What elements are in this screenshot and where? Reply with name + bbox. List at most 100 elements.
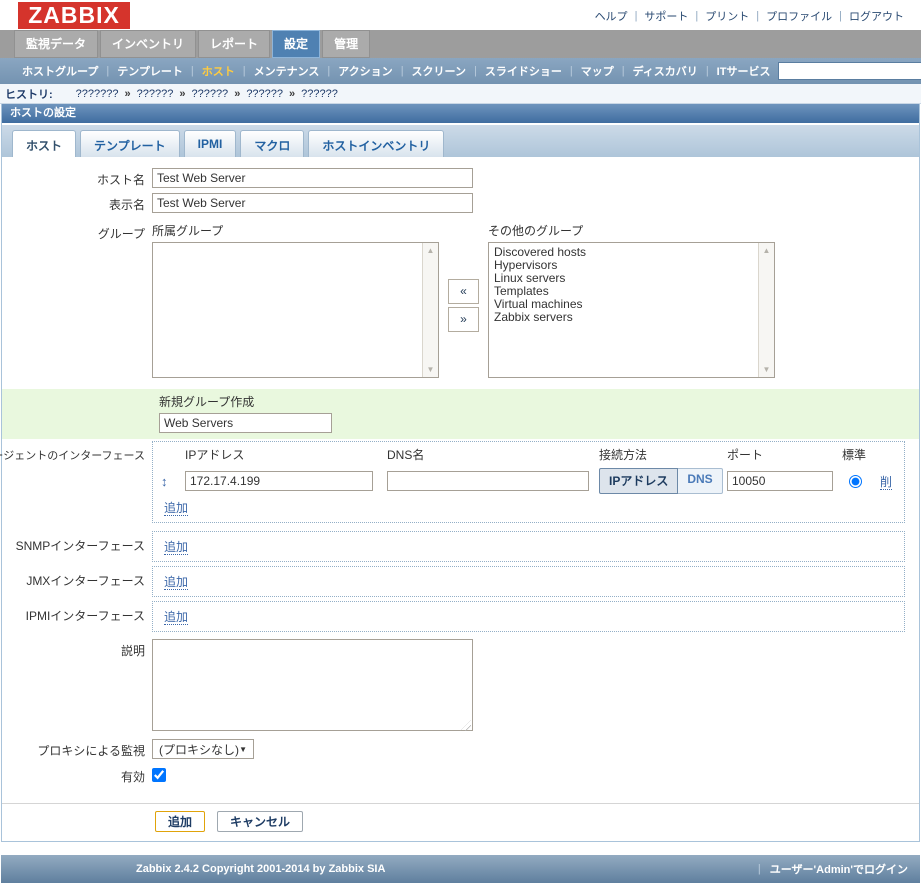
link-separator: | <box>837 10 844 22</box>
agent-interface-row: ↕ IPアドレス DNS 削 <box>161 468 896 494</box>
interface-columns-header: IPアドレス DNS名 接続方法 ポート 標準 <box>161 446 896 463</box>
other-groups-options: Discovered hosts Hypervisors Linux serve… <box>489 243 774 327</box>
add-ipmi-interface-link[interactable]: 追加 <box>164 610 188 625</box>
main-nav-administration[interactable]: 管理 <box>322 30 370 58</box>
sub-nav-maintenance[interactable]: メンテナンス <box>246 63 328 79</box>
proxy-selected-value: (プロキシなし) <box>159 741 239 758</box>
sub-nav-host-groups[interactable]: ホストグループ <box>14 63 106 79</box>
drag-handle-icon[interactable]: ↕ <box>161 474 168 489</box>
proxy-select[interactable]: (プロキシなし) ▼ <box>152 739 254 759</box>
connect-via-ip-button[interactable]: IPアドレス <box>599 468 678 494</box>
add-jmx-interface-link[interactable]: 追加 <box>164 575 188 590</box>
link-separator: | <box>754 10 761 22</box>
tab-macros[interactable]: マクロ <box>240 130 304 157</box>
new-group-input[interactable] <box>159 413 332 433</box>
cancel-button[interactable]: キャンセル <box>217 811 303 832</box>
proxy-label: プロキシによる監視 <box>2 739 152 759</box>
main-nav-reports[interactable]: レポート <box>198 30 270 58</box>
history-link[interactable]: ?????? <box>243 88 286 100</box>
visible-name-input[interactable] <box>152 193 473 213</box>
history-label: ヒストリ: <box>5 86 53 102</box>
interface-ip-input[interactable] <box>185 471 373 491</box>
sub-nav-items: ホストグループ | テンプレート | ホスト | メンテナンス | アクション … <box>14 63 778 79</box>
add-agent-interface-link[interactable]: 追加 <box>164 501 188 516</box>
scroll-up-icon[interactable]: ▲ <box>427 246 435 255</box>
in-groups-listbox[interactable]: ▲ ▼ <box>152 242 439 378</box>
tab-host[interactable]: ホスト <box>12 130 76 157</box>
move-left-button[interactable]: « <box>448 279 479 304</box>
in-groups-options <box>153 243 438 249</box>
page-title: ホストの設定 <box>2 104 919 123</box>
history-separator: » <box>286 88 298 100</box>
ipmi-interfaces-box: 追加 <box>152 601 905 632</box>
link-separator: | <box>693 10 700 22</box>
groups-label: グループ <box>2 222 152 378</box>
jmx-interfaces-box: 追加 <box>152 566 905 597</box>
main-nav-monitoring[interactable]: 監視データ <box>14 30 98 58</box>
sub-nav-discovery[interactable]: ディスカバリ <box>625 63 706 79</box>
footer-bar: Zabbix 2.4.2 Copyright 2001-2014 by Zabb… <box>1 855 920 883</box>
footer-separator: | <box>758 863 761 875</box>
help-link[interactable]: ヘルプ <box>590 8 633 24</box>
scroll-down-icon[interactable]: ▼ <box>427 365 435 374</box>
scroll-down-icon[interactable]: ▼ <box>763 365 771 374</box>
other-groups-listbox[interactable]: Discovered hosts Hypervisors Linux serve… <box>488 242 775 378</box>
connect-via-dns-button[interactable]: DNS <box>678 468 722 494</box>
agent-interfaces-box: IPアドレス DNS名 接続方法 ポート 標準 ↕ IPアドレス DNS <box>152 441 905 523</box>
enabled-label: 有効 <box>2 768 152 785</box>
tab-ipmi[interactable]: IPMI <box>184 130 237 157</box>
other-groups-label: その他のグループ <box>488 222 775 238</box>
main-nav-inventory[interactable]: インベントリ <box>100 30 196 58</box>
sub-nav-slideshows[interactable]: スライドショー <box>477 63 570 79</box>
history-link[interactable]: ?????? <box>134 88 177 100</box>
host-form: ホスト名 表示名 グループ 所属グループ ▲ ▼ <box>2 157 919 841</box>
search-input[interactable] <box>778 62 921 80</box>
add-snmp-interface-link[interactable]: 追加 <box>164 540 188 555</box>
move-right-button[interactable]: » <box>448 307 479 332</box>
sub-nav-hosts[interactable]: ホスト <box>194 63 243 79</box>
interface-dns-input[interactable] <box>387 471 589 491</box>
support-link[interactable]: サポート <box>639 8 693 24</box>
history-bar: ヒストリ: ??????? » ?????? » ?????? » ??????… <box>0 84 921 104</box>
search-box: 検索 <box>778 61 921 81</box>
host-name-label: ホスト名 <box>2 168 152 188</box>
visible-name-label: 表示名 <box>2 193 152 213</box>
top-links: ヘルプ | サポート | プリント | プロファイル | ログアウト <box>590 8 909 24</box>
dns-column-header: DNS名 <box>387 446 599 463</box>
scroll-up-icon[interactable]: ▲ <box>763 246 771 255</box>
tab-host-inventory[interactable]: ホストインベントリ <box>308 130 444 157</box>
description-textarea[interactable] <box>152 639 473 731</box>
connect-column-header: 接続方法 <box>599 446 727 463</box>
sub-nav-screens[interactable]: スクリーン <box>404 63 474 79</box>
footer-login-info: ユーザー'Admin'でログイン <box>770 861 908 877</box>
agent-interfaces-label: エージェントのインターフェース <box>2 441 152 523</box>
interface-port-input[interactable] <box>727 471 833 491</box>
content-frame: ホストの設定 ホスト テンプレート IPMI マクロ ホストインベントリ ホスト… <box>1 104 920 842</box>
add-button[interactable]: 追加 <box>155 811 205 832</box>
sub-nav-it-services[interactable]: ITサービス <box>709 63 779 79</box>
host-name-input[interactable] <box>152 168 473 188</box>
footer-copyright: Zabbix 2.4.2 Copyright 2001-2014 by Zabb… <box>136 863 758 875</box>
description-label: 説明 <box>2 639 152 734</box>
main-nav-configuration[interactable]: 設定 <box>272 30 320 58</box>
top-bar: ZABBIX ヘルプ | サポート | プリント | プロファイル | ログアウ… <box>0 0 921 30</box>
logout-link[interactable]: ログアウト <box>844 8 909 24</box>
history-link[interactable]: ?????? <box>188 88 231 100</box>
snmp-interfaces-box: 追加 <box>152 531 905 562</box>
listbox-option[interactable]: Zabbix servers <box>494 311 769 324</box>
history-link[interactable]: ??????? <box>73 88 122 100</box>
listbox-scrollbar[interactable]: ▲ ▼ <box>758 243 774 377</box>
sub-nav-maps[interactable]: マップ <box>573 63 622 79</box>
enabled-checkbox[interactable] <box>152 768 166 782</box>
profile-link[interactable]: プロファイル <box>761 8 837 24</box>
remove-interface-link[interactable]: 削 <box>880 475 892 490</box>
default-interface-radio[interactable] <box>849 475 862 488</box>
history-link[interactable]: ?????? <box>298 88 341 100</box>
tab-templates[interactable]: テンプレート <box>80 130 180 157</box>
sub-nav-actions[interactable]: アクション <box>330 63 400 79</box>
print-link[interactable]: プリント <box>700 8 754 24</box>
ip-column-header: IPアドレス <box>185 446 387 463</box>
sub-nav-templates[interactable]: テンプレート <box>109 63 191 79</box>
listbox-scrollbar[interactable]: ▲ ▼ <box>422 243 438 377</box>
zabbix-logo[interactable]: ZABBIX <box>18 2 130 29</box>
